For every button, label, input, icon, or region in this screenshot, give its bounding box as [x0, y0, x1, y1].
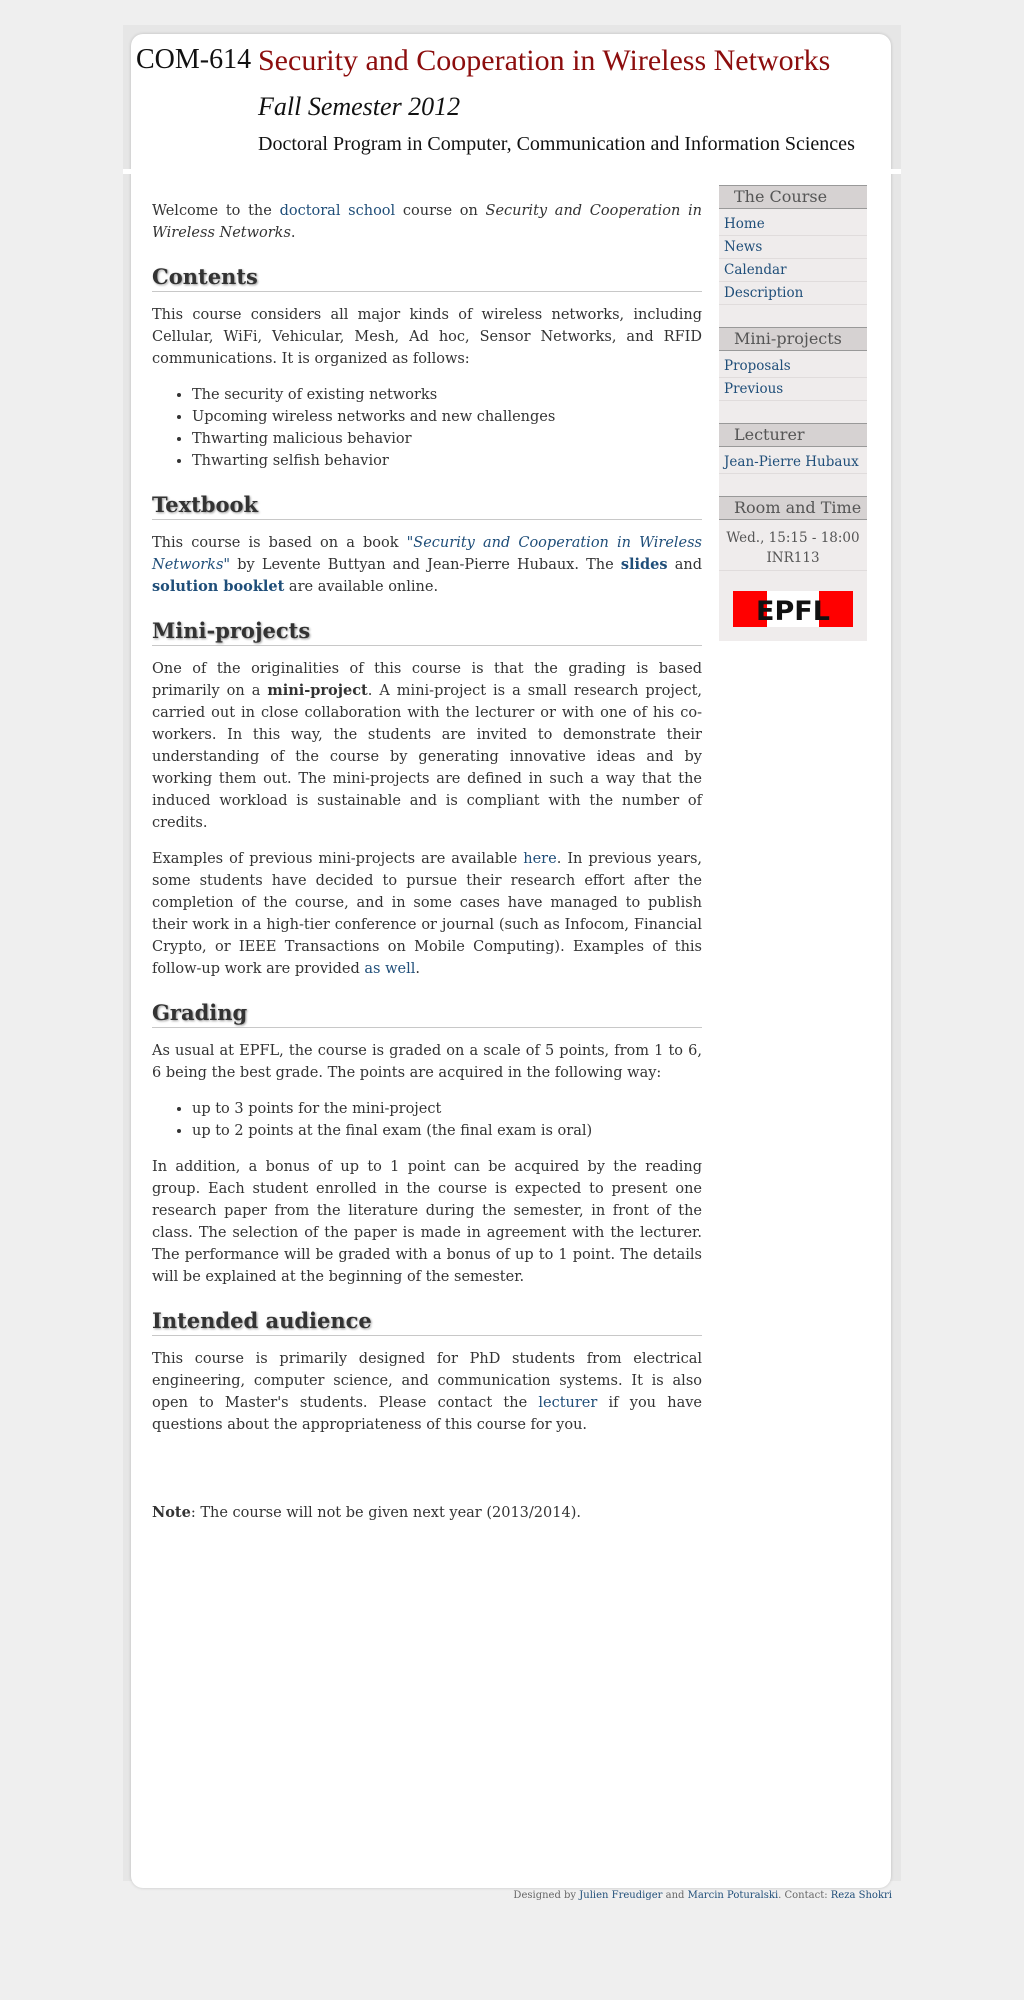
contact-link[interactable]: Reza Shokri — [831, 1890, 892, 1901]
mini-projects-paragraph-2: Examples of previous mini-projects are a… — [152, 851, 702, 977]
logo-text: EPFL — [756, 596, 830, 627]
main-content: Welcome to the doctoral school course on… — [152, 200, 702, 1538]
course-title: Security and Cooperation in Wireless Net… — [258, 44, 831, 77]
mini-projects-heading: Mini-projects — [152, 618, 702, 646]
course-program: Doctoral Program in Computer, Communicat… — [258, 133, 855, 155]
sidebar-room-time-section: Room and Time Wed., 15:15 - 18:00 INR113… — [719, 496, 867, 635]
grading-list: up to 3 points for the mini-project up t… — [152, 1098, 702, 1142]
sidebar-list: Jean-Pierre Hubaux — [719, 447, 867, 482]
course-room: INR113 — [719, 548, 867, 571]
list-item: Thwarting malicious behavior — [192, 428, 702, 450]
sidebar-item-description[interactable]: Description — [719, 282, 867, 305]
textbook-heading: Textbook — [152, 492, 702, 520]
contents-intro: This course considers all major kinds of… — [152, 307, 702, 367]
sidebar-heading: The Course — [719, 185, 867, 209]
designer-2-link[interactable]: Marcin Poturalski — [688, 1890, 779, 1901]
header-divider — [123, 169, 901, 174]
lecturer-link[interactable]: lecturer — [538, 1395, 597, 1411]
sidebar-item-home[interactable]: Home — [719, 213, 867, 236]
textbook-paragraph: This course is based on a book "Security… — [152, 535, 702, 595]
solution-booklet-link[interactable]: solution booklet — [152, 578, 284, 595]
sidebar: The Course Home News Calendar Descriptio… — [719, 185, 867, 641]
sidebar-course-section: The Course Home News Calendar Descriptio… — [719, 185, 867, 313]
sidebar-item-proposals[interactable]: Proposals — [719, 355, 867, 378]
list-item: Upcoming wireless networks and new chall… — [192, 406, 702, 428]
list-item: The security of existing networks — [192, 384, 702, 406]
sidebar-item-news[interactable]: News — [719, 236, 867, 259]
sidebar-lecturer-section: Lecturer Jean-Pierre Hubaux — [719, 423, 867, 482]
contents-list: The security of existing networks Upcomi… — [152, 384, 702, 472]
slides-link[interactable]: slides — [621, 556, 668, 573]
note-paragraph: Note: The course will not be given next … — [152, 1504, 581, 1521]
list-item: Thwarting selfish behavior — [192, 450, 702, 472]
sidebar-list: Home News Calendar Description — [719, 209, 867, 313]
contents-heading: Contents — [152, 264, 702, 292]
audience-paragraph: This course is primarily designed for Ph… — [152, 1351, 702, 1433]
sidebar-item-previous[interactable]: Previous — [719, 378, 867, 401]
sidebar-item-calendar[interactable]: Calendar — [719, 259, 867, 282]
list-item: up to 2 points at the final exam (the fi… — [192, 1120, 702, 1142]
epfl-logo[interactable]: EPFL — [733, 591, 853, 627]
follow-up-work-link[interactable]: as well — [364, 961, 415, 977]
note-label: Note — [152, 1504, 191, 1521]
grading-bonus: In addition, a bonus of up to 1 point ca… — [152, 1159, 702, 1285]
sidebar-item-lecturer[interactable]: Jean-Pierre Hubaux — [719, 451, 867, 474]
welcome-paragraph: Welcome to the doctoral school course on… — [152, 203, 702, 241]
designer-1-link[interactable]: Julien Freudiger — [579, 1890, 662, 1901]
previous-projects-link[interactable]: here — [523, 851, 556, 867]
course-semester: Fall Semester 2012 — [258, 92, 461, 121]
grading-heading: Grading — [152, 1000, 702, 1028]
list-item: up to 3 points for the mini-project — [192, 1098, 702, 1120]
course-code: COM-614 — [136, 44, 252, 75]
sidebar-miniprojects-section: Mini-projects Proposals Previous — [719, 327, 867, 409]
footer: Designed by Julien Freudiger and Marcin … — [513, 1890, 892, 1901]
doctoral-school-link[interactable]: doctoral school — [280, 203, 396, 219]
sidebar-heading: Room and Time — [719, 496, 867, 520]
sidebar-list: Wed., 15:15 - 18:00 INR113 EPFL — [719, 520, 867, 635]
audience-heading: Intended audience — [152, 1308, 702, 1336]
mini-projects-paragraph-1: One of the originalities of this course … — [152, 661, 703, 831]
grading-intro: As usual at EPFL, the course is graded o… — [152, 1043, 702, 1081]
sidebar-heading: Lecturer — [719, 423, 867, 447]
course-time: Wed., 15:15 - 18:00 — [726, 530, 860, 546]
sidebar-heading: Mini-projects — [719, 327, 867, 351]
sidebar-list: Proposals Previous — [719, 351, 867, 409]
